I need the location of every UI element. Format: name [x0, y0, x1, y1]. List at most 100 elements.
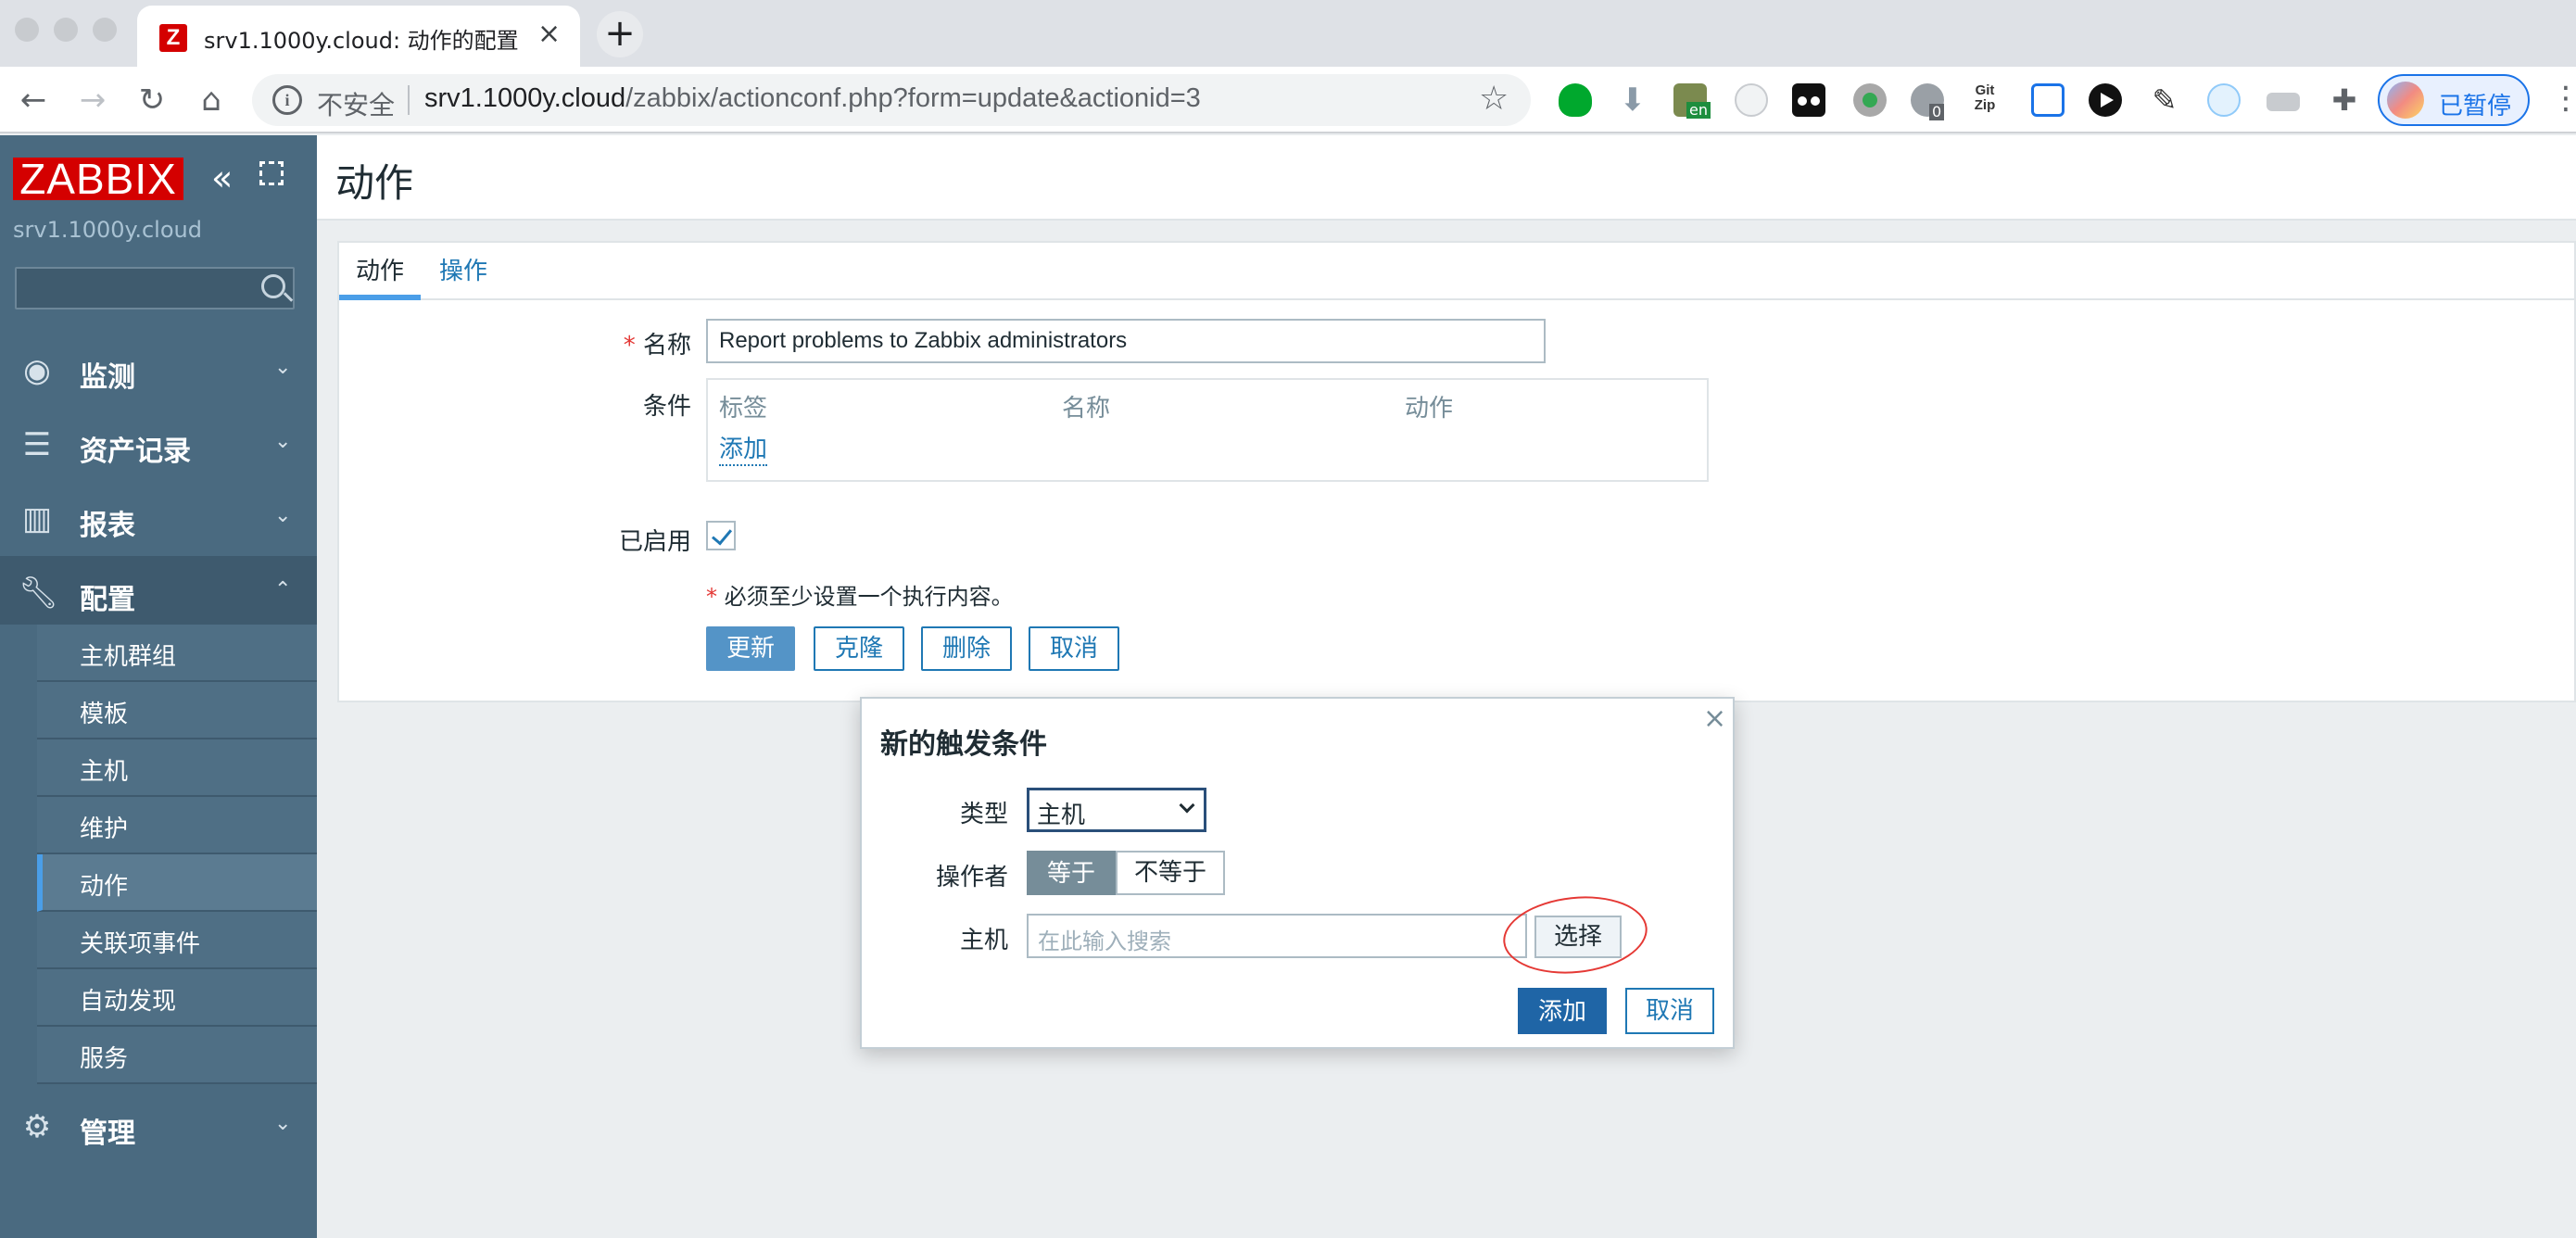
url-host: srv1.1000y.cloud: [424, 83, 626, 113]
record-icon[interactable]: [1853, 83, 1887, 117]
submenu-item-event-correlation[interactable]: 关联项事件: [37, 912, 317, 969]
bookmark-star-icon[interactable]: ☆: [1479, 80, 1509, 118]
browser-menu-icon[interactable]: ⋮: [2550, 80, 2576, 117]
type-select[interactable]: 主机: [1027, 788, 1206, 832]
delete-button[interactable]: 删除: [921, 626, 1012, 671]
submenu-item-hosts[interactable]: 主机: [37, 739, 317, 797]
back-arrow-icon[interactable]: ←: [13, 80, 54, 120]
search-icon[interactable]: [261, 274, 285, 298]
video-icon[interactable]: [2089, 83, 2122, 117]
add-button[interactable]: 添加: [1518, 988, 1607, 1034]
window-close-light[interactable]: [15, 18, 39, 42]
browser-tab-active[interactable]: Z srv1.1000y.cloud: 动作的配置 ×: [137, 6, 580, 67]
gitzip-icon[interactable]: Git Zip: [1968, 83, 2001, 117]
kiosk-mode-icon[interactable]: [259, 161, 284, 185]
url-text[interactable]: srv1.1000y.cloud/zabbix/actionconf.php?f…: [424, 83, 1201, 114]
main-content: 动作 动作 操作 * 名称 Report problems to Zabbix …: [317, 135, 2576, 1238]
enabled-checkbox[interactable]: [706, 521, 736, 550]
cancel-button[interactable]: 取消: [1029, 626, 1119, 671]
name-label: * 名称: [524, 326, 691, 360]
page-title: 动作: [335, 160, 414, 206]
submenu-item-services[interactable]: 服务: [37, 1027, 317, 1084]
update-button[interactable]: 更新: [706, 626, 795, 671]
submenu-item-actions[interactable]: 动作: [37, 854, 317, 912]
host-search-input[interactable]: 在此输入搜索: [1027, 914, 1527, 958]
download-icon[interactable]: ⬇: [1616, 83, 1649, 117]
tab-action[interactable]: 动作: [339, 243, 421, 300]
conditions-column-label: 标签: [719, 395, 768, 423]
new-tab-button[interactable]: +: [597, 11, 643, 57]
new-condition-dialog: × 新的触发条件 类型 主机 操作者 等于 不等于 主机 在此输入搜索 选择 添…: [860, 697, 1735, 1049]
bar-chart-icon: ▥: [21, 500, 53, 537]
dialog-cancel-button[interactable]: 取消: [1625, 988, 1714, 1034]
tab-title: srv1.1000y.cloud: 动作的配置: [204, 28, 519, 54]
submenu-item-templates[interactable]: 模板: [37, 682, 317, 739]
url-path: /zabbix/actionconf.php?form=update&actio…: [625, 83, 1201, 113]
evernote-icon[interactable]: [1559, 83, 1592, 117]
close-icon[interactable]: ×: [1703, 702, 1726, 735]
operator-not-equals-toggle[interactable]: 不等于: [1116, 851, 1225, 895]
submenu-item-label: 动作: [80, 873, 129, 901]
privacy-badger-icon[interactable]: 0: [1911, 83, 1945, 120]
submenu-item-label: 主机群组: [80, 643, 177, 671]
name-field[interactable]: Report problems to Zabbix administrators: [706, 319, 1546, 363]
forward-arrow-icon[interactable]: →: [72, 80, 113, 120]
translate-icon[interactable]: en: [1673, 83, 1711, 119]
annotation-circle: [1499, 890, 1651, 980]
operator-label: 操作者: [935, 864, 1008, 891]
chevron-down-icon: ⌄: [274, 1112, 292, 1135]
tampermonkey-icon[interactable]: [1792, 83, 1825, 117]
window-minimize-light[interactable]: [54, 18, 78, 42]
operator-equals-toggle[interactable]: 等于: [1027, 851, 1116, 895]
conditions-column-action: 动作: [1405, 395, 1454, 423]
wrench-icon: 🔧︎: [19, 575, 59, 612]
sidebar-item-configuration[interactable]: 🔧︎ 配置 ⌃: [0, 556, 317, 630]
chevron-up-icon: ⌃: [274, 578, 292, 601]
pen-icon[interactable]: ✎: [2148, 83, 2181, 117]
home-icon[interactable]: ⌂: [191, 80, 232, 120]
cloud-icon[interactable]: [1735, 83, 1768, 117]
folder-icon[interactable]: [2267, 93, 2300, 111]
submenu-item-host-groups[interactable]: 主机群组: [37, 625, 317, 682]
collapse-sidebar-icon[interactable]: «: [211, 158, 233, 198]
tab-operations[interactable]: 操作: [439, 243, 487, 300]
add-condition-link[interactable]: 添加: [719, 430, 768, 466]
required-note-text: 必须至少设置一个执行内容。: [724, 584, 1014, 610]
submenu-item-label: 维护: [80, 815, 129, 843]
cloud-sync-icon[interactable]: [2207, 83, 2241, 117]
puzzle-icon[interactable]: ✚: [2328, 83, 2361, 117]
sidebar-item-reports[interactable]: ▥ 报表 ⌄: [0, 482, 317, 556]
submenu-item-label: 关联项事件: [80, 930, 201, 958]
translate-badge: en: [1686, 102, 1711, 119]
list-icon: ☰: [22, 426, 52, 463]
sidebar-item-inventory[interactable]: ☰ 资产记录 ⌄: [0, 408, 317, 482]
submenu-item-maintenance[interactable]: 维护: [37, 797, 317, 854]
tab-close-icon[interactable]: ×: [537, 19, 561, 50]
address-bar[interactable]: i 不安全 srv1.1000y.cloud/zabbix/actionconf…: [252, 74, 1531, 126]
server-name: srv1.1000y.cloud: [13, 217, 202, 243]
zabbix-logo[interactable]: ZABBIX: [13, 158, 183, 200]
conditions-table: 标签 名称 动作 添加: [706, 378, 1709, 482]
sidebar-item-label: 报表: [80, 510, 135, 542]
form-tabs: 动作 操作: [339, 243, 2576, 300]
page-header: 动作: [317, 135, 2576, 221]
extension-count-badge: 0: [1929, 104, 1945, 120]
reload-icon[interactable]: ↻: [132, 80, 172, 120]
info-icon[interactable]: i: [272, 85, 302, 115]
gear-icon: ⚙: [22, 1108, 52, 1145]
chevron-down-icon: ⌄: [274, 356, 292, 379]
sidebar-search-input[interactable]: [15, 267, 295, 310]
browser-tabstrip: Z srv1.1000y.cloud: 动作的配置 × +: [0, 0, 2576, 67]
sidebar-item-label: 资产记录: [80, 436, 191, 468]
submenu-item-discovery[interactable]: 自动发现: [37, 969, 317, 1027]
clone-button[interactable]: 克隆: [814, 626, 904, 671]
screen-share-icon[interactable]: [2031, 83, 2065, 117]
host-label: 主机: [959, 927, 1008, 954]
submenu-item-label: 服务: [80, 1045, 129, 1073]
profile-button[interactable]: 已暂停: [2378, 74, 2530, 126]
sidebar-item-administration[interactable]: ⚙ 管理 ⌄: [0, 1090, 317, 1164]
required-mark: *: [623, 332, 636, 360]
window-zoom-light[interactable]: [93, 18, 117, 42]
sidebar-item-monitoring[interactable]: ◉ 监测 ⌄: [0, 334, 317, 408]
profile-status-label: 已暂停: [2439, 93, 2512, 120]
